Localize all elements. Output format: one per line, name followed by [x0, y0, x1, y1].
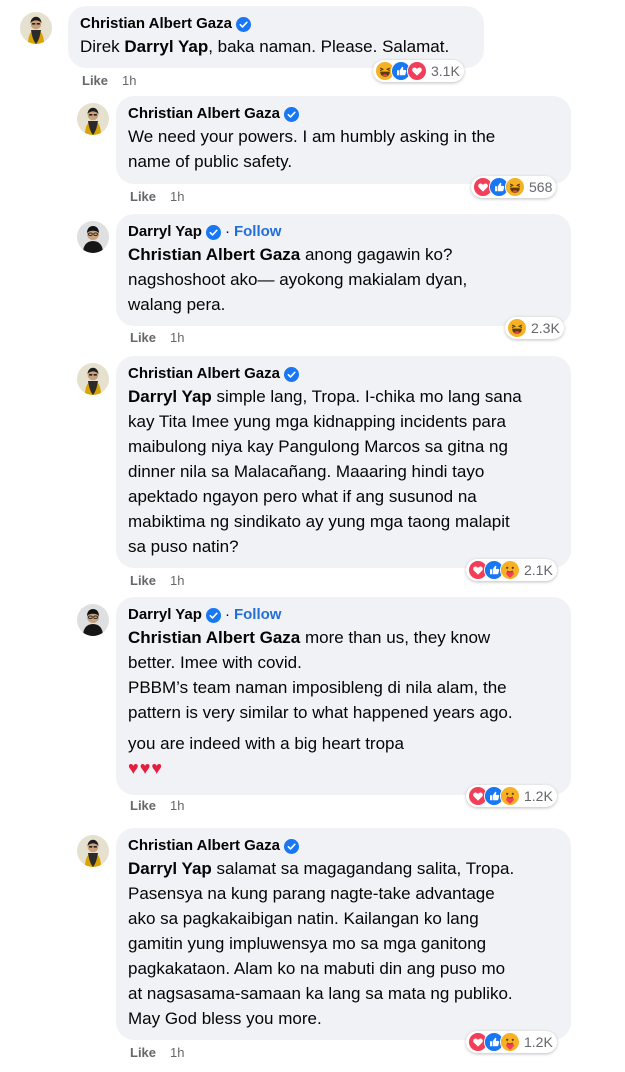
comment-text: Darryl Yap simple lang, Tropa. I-chika m…: [128, 387, 522, 556]
comment-bubble: Christian Albert Gaza We need your power…: [116, 96, 571, 184]
comment-actions: Like 1h: [130, 798, 184, 814]
comment-bubble: Christian Albert Gaza Direk Darryl Yap, …: [68, 6, 484, 68]
reaction-count: 2.3K: [531, 320, 560, 336]
care-reaction-icon: [500, 786, 520, 806]
like-button[interactable]: Like: [82, 73, 108, 88]
timestamp[interactable]: 1h: [170, 798, 184, 813]
avatar-image: [77, 604, 109, 636]
comment-author[interactable]: Christian Albert Gaza: [128, 104, 280, 124]
comment-text: Direk Darryl Yap, baka naman. Please. Sa…: [80, 37, 450, 56]
avatar-image: [77, 363, 109, 395]
like-button[interactable]: Like: [130, 330, 156, 345]
comment-bubble: Darryl Yap · Follow Christian Albert Gaz…: [116, 597, 571, 795]
comment-text: Darryl Yap salamat sa magagandang salita…: [128, 859, 515, 1028]
comment-bubble: Darryl Yap · Follow Christian Albert Gaz…: [116, 214, 571, 326]
comment-text: We need your powers. I am humbly asking …: [128, 127, 496, 171]
comment-text: Christian Albert Gaza anong gagawin ko? …: [128, 245, 468, 314]
care-reaction-icon: [500, 560, 520, 580]
haha-reaction-icon: [507, 318, 527, 338]
reaction-count: 3.1K: [431, 63, 460, 79]
like-button[interactable]: Like: [130, 1045, 156, 1060]
verified-badge-icon: [205, 224, 221, 240]
avatar-image: [77, 835, 109, 867]
timestamp[interactable]: 1h: [170, 573, 184, 588]
comment-actions: Like 1h: [130, 573, 184, 589]
haha-reaction-icon: [505, 177, 525, 197]
comment-author[interactable]: Christian Albert Gaza: [128, 364, 280, 384]
avatar[interactable]: [77, 221, 109, 253]
separator-dot: ·: [224, 606, 230, 623]
avatar[interactable]: [20, 12, 52, 44]
timestamp[interactable]: 1h: [122, 73, 136, 88]
comment-actions: Like 1h: [130, 330, 184, 346]
verified-badge-icon: [283, 838, 299, 854]
reaction-summary[interactable]: 3.1K: [373, 60, 464, 82]
separator-dot: ·: [224, 223, 230, 240]
avatar[interactable]: [77, 835, 109, 867]
heart-emojis: ♥♥♥: [128, 758, 164, 778]
verified-badge-icon: [283, 106, 299, 122]
verified-badge-icon: [235, 16, 251, 32]
avatar[interactable]: [77, 103, 109, 135]
comment-text: Christian Albert Gaza more than us, they…: [128, 625, 559, 780]
reaction-count: 1.2K: [524, 788, 553, 804]
avatar-image: [77, 221, 109, 253]
comment-bubble: Christian Albert Gaza Darryl Yap simple …: [116, 356, 571, 568]
reaction-count: 2.1K: [524, 562, 553, 578]
reaction-summary[interactable]: 1.2K: [466, 1031, 557, 1053]
avatar-image: [20, 12, 52, 44]
avatar[interactable]: [77, 604, 109, 636]
reaction-summary[interactable]: 2.3K: [505, 317, 564, 339]
comment-actions: Like 1h: [130, 189, 184, 205]
mention-link[interactable]: Darryl Yap: [128, 859, 212, 878]
verified-badge-icon: [283, 366, 299, 382]
comment-actions: Like 1h: [82, 73, 136, 89]
comment-bubble: Christian Albert Gaza Darryl Yap salamat…: [116, 828, 571, 1040]
reaction-count: 1.2K: [524, 1034, 553, 1050]
mention-link[interactable]: Christian Albert Gaza: [128, 245, 300, 264]
reaction-summary[interactable]: 1.2K: [466, 785, 557, 807]
follow-button[interactable]: Follow: [234, 222, 282, 242]
timestamp[interactable]: 1h: [170, 1045, 184, 1060]
mention-link[interactable]: Darryl Yap: [124, 37, 208, 56]
love-reaction-icon: [407, 61, 427, 81]
care-reaction-icon: [500, 1032, 520, 1052]
comment-author[interactable]: Darryl Yap: [128, 222, 202, 242]
like-button[interactable]: Like: [130, 573, 156, 588]
comment-actions: Like 1h: [130, 1045, 184, 1061]
like-button[interactable]: Like: [130, 189, 156, 204]
follow-button[interactable]: Follow: [234, 605, 282, 625]
reaction-summary[interactable]: 568: [471, 176, 557, 198]
reaction-count: 568: [529, 179, 553, 195]
timestamp[interactable]: 1h: [170, 330, 184, 345]
mention-link[interactable]: Darryl Yap: [128, 387, 212, 406]
comment-author[interactable]: Darryl Yap: [128, 605, 202, 625]
avatar-image: [77, 103, 109, 135]
verified-badge-icon: [205, 607, 221, 623]
avatar[interactable]: [77, 363, 109, 395]
mention-link[interactable]: Christian Albert Gaza: [128, 628, 300, 647]
comment-author[interactable]: Christian Albert Gaza: [128, 836, 280, 856]
like-button[interactable]: Like: [130, 798, 156, 813]
comment-author[interactable]: Christian Albert Gaza: [80, 14, 232, 34]
timestamp[interactable]: 1h: [170, 189, 184, 204]
reaction-summary[interactable]: 2.1K: [466, 559, 557, 581]
